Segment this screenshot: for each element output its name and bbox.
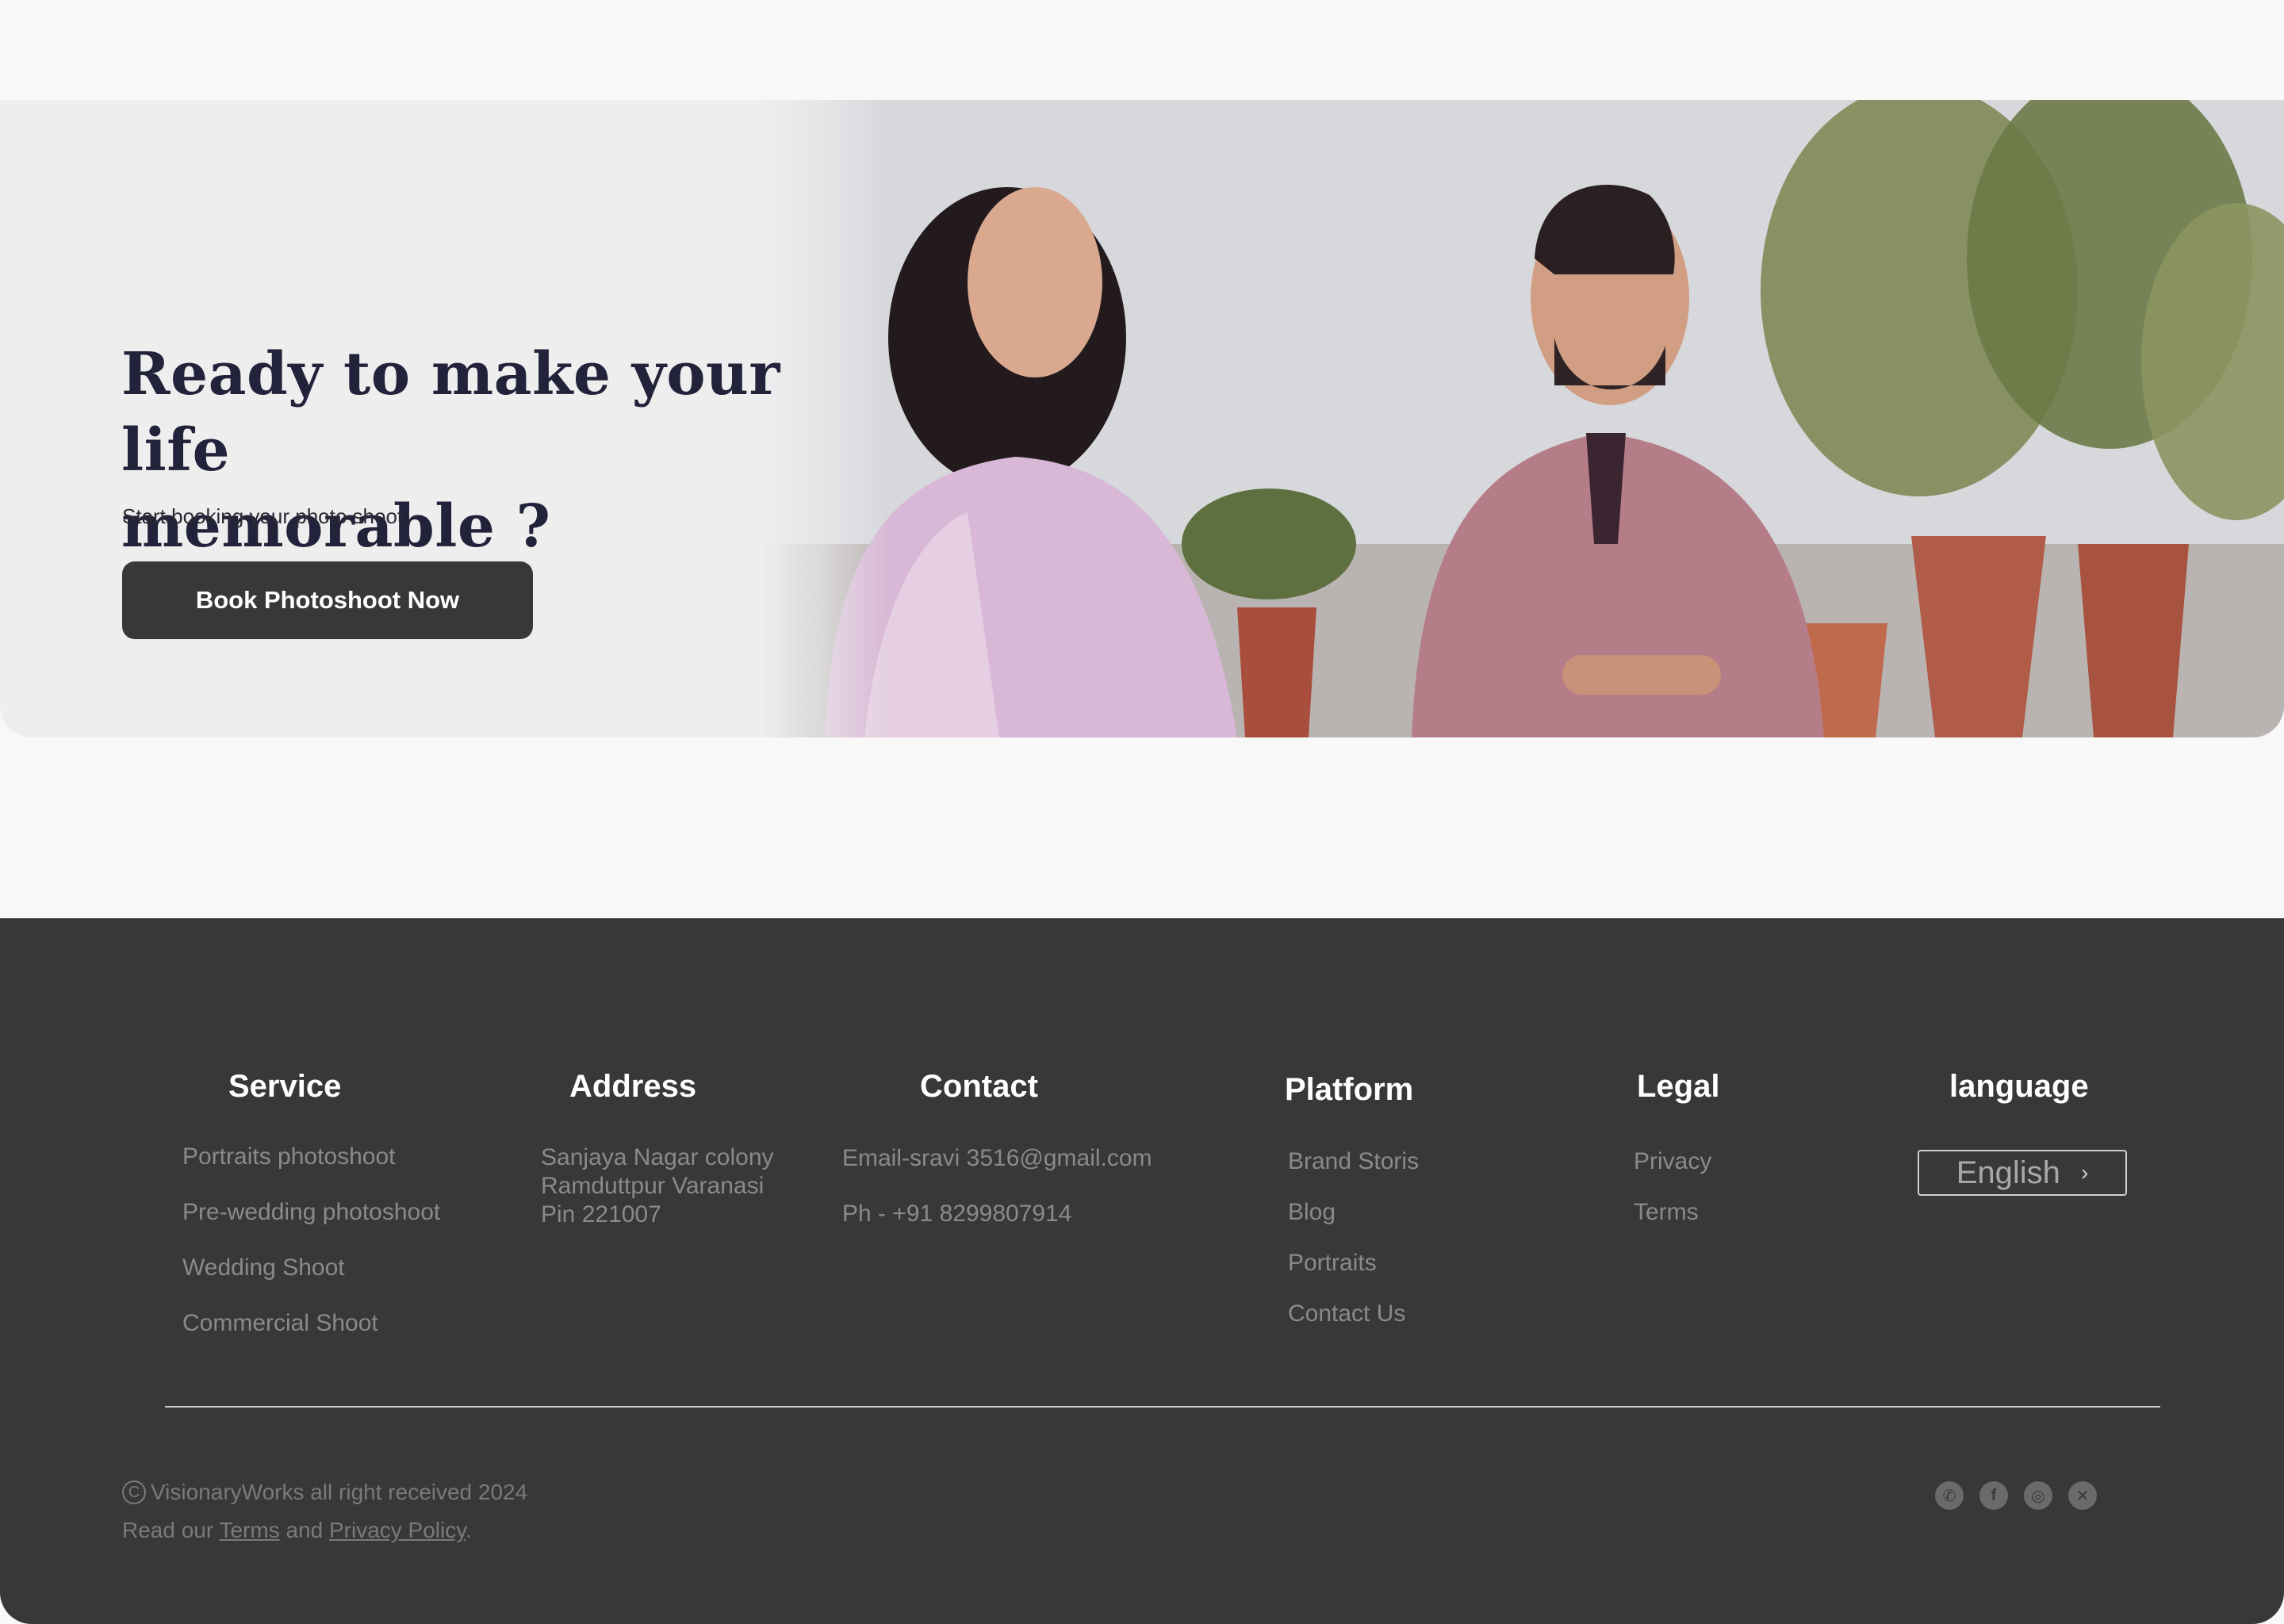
footer: Service Portraits photoshoot Pre-wedding… [0, 918, 2284, 1624]
copyright-icon: C [122, 1480, 146, 1504]
legal-link-privacy[interactable]: Privacy [1634, 1148, 1711, 1175]
couple-photo [761, 100, 2284, 737]
address-line2: Ramduttpur Varanasi [541, 1173, 765, 1199]
cta-heading: Ready to make your life memorable ? [121, 336, 835, 565]
facebook-icon[interactable]: f [1979, 1481, 2008, 1510]
service-link-portraits[interactable]: Portraits photoshoot [182, 1143, 396, 1170]
platform-link-blog[interactable]: Blog [1288, 1199, 1336, 1226]
couple-photo-illustration [761, 100, 2284, 737]
service-link-wedding[interactable]: Wedding Shoot [182, 1254, 345, 1281]
whatsapp-icon[interactable]: ✆ [1935, 1481, 1964, 1510]
address-line3: Pin 221007 [541, 1201, 661, 1228]
platform-link-contact-us[interactable]: Contact Us [1288, 1300, 1405, 1327]
footer-divider [165, 1406, 2160, 1408]
address-column-title: Address [569, 1069, 697, 1104]
cta-subtitle: Start booking your photo shoot [122, 504, 404, 528]
book-photoshoot-button[interactable]: Book Photoshoot Now [122, 561, 533, 639]
legal-note-middle: and [279, 1518, 329, 1542]
address-line1: Sanjaya Nagar colony [541, 1144, 774, 1170]
service-link-prewedding[interactable]: Pre-wedding photoshoot [182, 1199, 440, 1226]
social-links: ✆ f ◎ ✕ [1935, 1481, 2097, 1510]
chevron-right-icon: › [2080, 1160, 2089, 1185]
platform-link-brand-stories[interactable]: Brand Storis [1288, 1148, 1419, 1175]
privacy-policy-link[interactable]: Privacy Policy [329, 1518, 466, 1542]
contact-email[interactable]: Email-sravi 3516@gmail.com [842, 1145, 1152, 1172]
platform-link-portraits[interactable]: Portraits [1288, 1250, 1377, 1277]
legal-note-prefix: Read our [122, 1518, 220, 1542]
platform-column-title: Platform [1285, 1072, 1414, 1107]
legal-column-title: Legal [1637, 1069, 1720, 1104]
cta-banner: Ready to make your life memorable ? Star… [0, 100, 2284, 737]
legal-note-suffix: . [466, 1518, 472, 1542]
service-link-commercial[interactable]: Commercial Shoot [182, 1310, 378, 1337]
language-column-title: language [1949, 1069, 2089, 1104]
language-selected-value: English [1956, 1155, 2060, 1190]
x-twitter-icon[interactable]: ✕ [2068, 1481, 2097, 1510]
language-select[interactable]: English › [1918, 1150, 2127, 1196]
terms-link[interactable]: Terms [219, 1518, 279, 1542]
copyright-text: VisionaryWorks all right received 2024 [151, 1480, 528, 1504]
instagram-icon[interactable]: ◎ [2024, 1481, 2052, 1510]
contact-phone[interactable]: Ph - +91 8299807914 [842, 1201, 1071, 1228]
contact-column-title: Contact [920, 1069, 1038, 1104]
legal-link-terms[interactable]: Terms [1634, 1199, 1699, 1226]
legal-note: Read our Terms and Privacy Policy. [122, 1518, 472, 1543]
cta-heading-line1: Ready to make your life [121, 340, 780, 485]
service-column-title: Service [228, 1069, 342, 1104]
copyright: C VisionaryWorks all right received 2024 [122, 1480, 527, 1505]
